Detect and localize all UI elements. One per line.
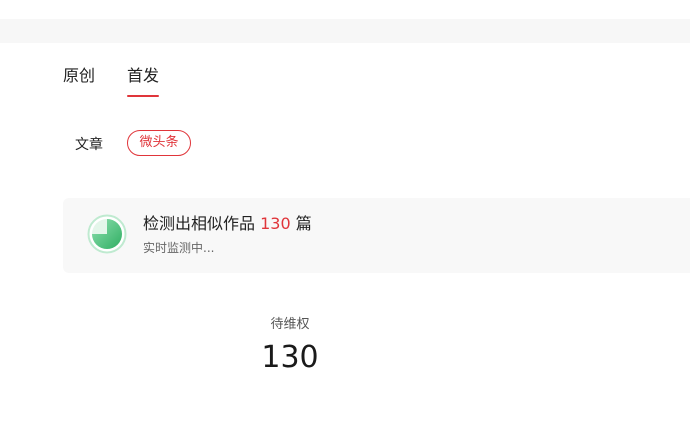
monitor-card: 检测出相似作品 130 篇 实时监测中... <box>63 198 690 273</box>
pending-rights-stat[interactable]: 待维权 130 <box>240 316 340 376</box>
stat-label: 待维权 <box>270 317 310 332</box>
top-band <box>0 19 690 43</box>
tab-original[interactable]: 原创 <box>63 66 95 86</box>
stat-value: 130 <box>261 340 319 375</box>
monitor-status: 实时监测中... <box>143 241 215 255</box>
progress-ring-icon <box>87 214 127 254</box>
monitor-title: 检测出相似作品 130 篇 <box>143 214 312 234</box>
active-tab-indicator <box>127 95 159 97</box>
tab-first-publish[interactable]: 首发 <box>127 66 159 86</box>
monitor-title-suffix: 篇 <box>295 214 312 233</box>
page: 原创 首发 文章 微头条 检测出相似作品 130 篇 实时监测中... 待维权 … <box>0 0 690 446</box>
category-article[interactable]: 文章 <box>75 136 103 154</box>
category-weitoutiao-pill[interactable]: 微头条 <box>127 130 191 156</box>
monitor-title-prefix: 检测出相似作品 <box>143 214 256 233</box>
similar-count: 130 <box>260 214 291 233</box>
